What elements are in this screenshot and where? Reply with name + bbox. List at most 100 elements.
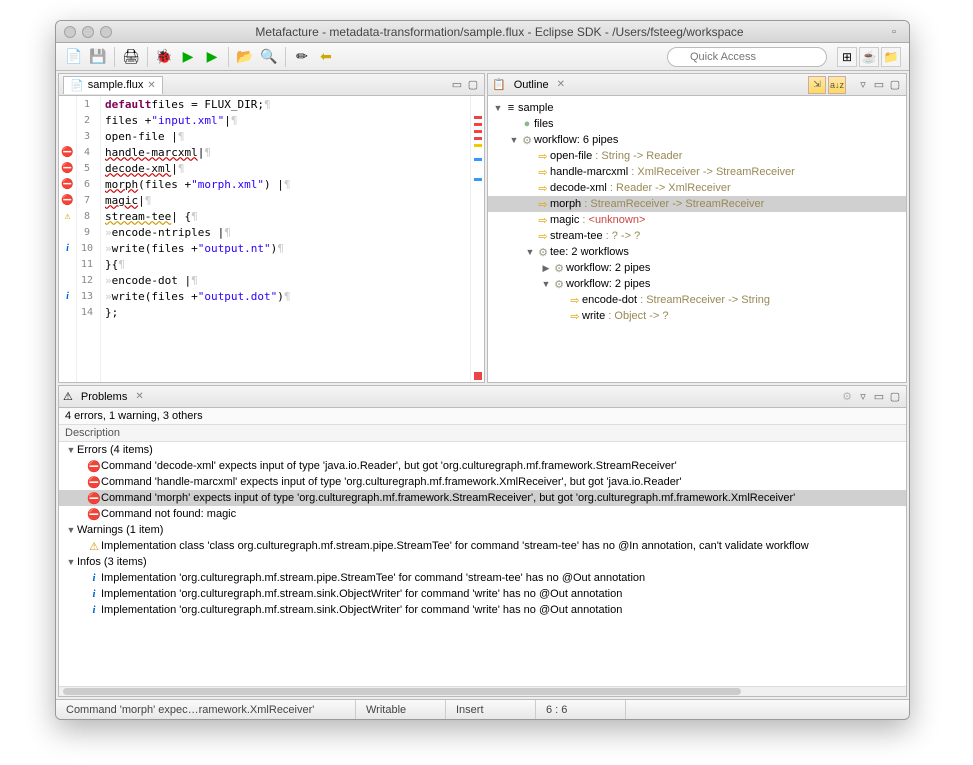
print-icon[interactable]: 🖨	[121, 47, 141, 67]
view-menu-icon[interactable]: ▿	[856, 390, 870, 404]
code-line[interactable]: open-file | ¶	[105, 128, 470, 144]
run-icon[interactable]: ▶	[178, 47, 198, 67]
new-icon[interactable]: 📄	[64, 47, 84, 67]
code-line[interactable]: default files = FLUX_DIR; ¶	[105, 96, 470, 112]
outline-item[interactable]: ▼⚙workflow: 6 pipes	[488, 132, 906, 148]
gutter-marker[interactable]: ⛔	[59, 160, 76, 176]
outline-item[interactable]: ⇨decode-xml : Reader -> XmlReceiver	[488, 180, 906, 196]
problem-item[interactable]: i Implementation 'org.culturegraph.mf.st…	[59, 602, 906, 618]
code-line[interactable]: » encode-ntriples | ¶	[105, 224, 470, 240]
scrollbar-thumb[interactable]	[63, 688, 741, 695]
overview-error-mark[interactable]	[474, 116, 482, 119]
expand-icon[interactable]: ▼	[65, 557, 77, 567]
maximize-icon[interactable]: ▢	[466, 78, 480, 92]
overview-error-mark[interactable]	[474, 130, 482, 133]
gutter-marker[interactable]: ⚠	[59, 208, 76, 224]
problem-item[interactable]: i Implementation 'org.culturegraph.mf.st…	[59, 586, 906, 602]
overview-error-mark[interactable]	[474, 137, 482, 140]
maximize-icon[interactable]: ▢	[888, 78, 902, 92]
code-line[interactable]: stream-tee | { ¶	[105, 208, 470, 224]
window-menu-icon[interactable]: ▫	[887, 25, 901, 39]
outline-item[interactable]: ●files	[488, 116, 906, 132]
code-line[interactable]: » write(files + "output.nt") ¶	[105, 240, 470, 256]
overview-info-mark[interactable]	[474, 178, 482, 181]
problems-tree[interactable]: ▼ Errors (4 items)⛔ Command 'decode-xml'…	[59, 442, 906, 686]
minimize-icon[interactable]: ▭	[450, 78, 464, 92]
view-menu-icon[interactable]: ▿	[856, 78, 870, 92]
outline-tree[interactable]: ▼≡sample●files▼⚙workflow: 6 pipes⇨open-f…	[488, 96, 906, 382]
problem-item[interactable]: ⛔ Command 'handle-marcxml' expects input…	[59, 474, 906, 490]
code-line[interactable]: morph(files + "morph.xml") | ¶	[105, 176, 470, 192]
editor-body[interactable]: ⛔⛔⛔⛔⚠ii 1234567891011121314 default file…	[59, 96, 484, 382]
outline-item[interactable]: ▼⚙tee: 2 workflows	[488, 244, 906, 260]
gutter-marker[interactable]: i	[59, 240, 76, 256]
expand-icon[interactable]: ▼	[65, 445, 77, 455]
outline-item[interactable]: ⇨morph : StreamReceiver -> StreamReceive…	[488, 196, 906, 212]
problem-item[interactable]: ⚠ Implementation class 'class org.cultur…	[59, 538, 906, 554]
open-perspective-icon[interactable]: ⊞	[837, 47, 857, 67]
expand-icon[interactable]: ▼	[540, 279, 552, 289]
problems-group[interactable]: ▼ Infos (3 items)	[59, 554, 906, 570]
zoom-window-icon[interactable]	[100, 26, 112, 38]
save-icon[interactable]: 💾	[88, 47, 108, 67]
code-line[interactable]: magic | ¶	[105, 192, 470, 208]
edit-icon[interactable]: ✏	[292, 47, 312, 67]
expand-icon[interactable]: ▼	[492, 103, 504, 113]
code-line[interactable]: };	[105, 304, 470, 320]
expand-icon[interactable]: ▶	[540, 263, 552, 274]
debug-icon[interactable]: 🐞	[154, 47, 174, 67]
open-type-icon[interactable]: 📂	[235, 47, 255, 67]
settings-icon[interactable]: ⚙	[840, 390, 854, 404]
collapse-all-icon[interactable]: ⇲	[808, 76, 826, 94]
code-line[interactable]: files + "input.xml" | ¶	[105, 112, 470, 128]
problem-item[interactable]: ⛔ Command 'decode-xml' expects input of …	[59, 458, 906, 474]
outline-item[interactable]: ▼⚙workflow: 2 pipes	[488, 276, 906, 292]
problem-item[interactable]: ⛔ Command not found: magic	[59, 506, 906, 522]
close-icon[interactable]: ✕	[557, 79, 565, 90]
maximize-icon[interactable]: ▢	[888, 390, 902, 404]
overview-warn-mark[interactable]	[474, 144, 482, 147]
problem-item[interactable]: i Implementation 'org.culturegraph.mf.st…	[59, 570, 906, 586]
editor-tab-sample-flux[interactable]: 📄 sample.flux ✕	[63, 76, 163, 94]
overview-ruler[interactable]	[470, 96, 484, 382]
code-line[interactable]: }{ ¶	[105, 256, 470, 272]
outline-item[interactable]: ▶⚙workflow: 2 pipes	[488, 260, 906, 276]
outline-item[interactable]: ⇨encode-dot : StreamReceiver -> String	[488, 292, 906, 308]
horizontal-scrollbar[interactable]	[59, 686, 906, 696]
outline-item[interactable]: ⇨stream-tee : ? -> ?	[488, 228, 906, 244]
sort-icon[interactable]: a↓z	[828, 76, 846, 94]
search-icon[interactable]: 🔍	[259, 47, 279, 67]
expand-icon[interactable]: ▼	[524, 247, 536, 257]
minimize-icon[interactable]: ▭	[872, 78, 886, 92]
outline-item[interactable]: ▼≡sample	[488, 100, 906, 116]
external-tools-icon[interactable]: ▶	[202, 47, 222, 67]
gutter-marker[interactable]: ⛔	[59, 144, 76, 160]
problem-item[interactable]: ⛔ Command 'morph' expects input of type …	[59, 490, 906, 506]
back-icon[interactable]: ⬅	[316, 47, 336, 67]
outline-item[interactable]: ⇨write : Object -> ?	[488, 308, 906, 324]
close-icon[interactable]: ✕	[147, 80, 155, 91]
resource-perspective-icon[interactable]: 📁	[881, 47, 901, 67]
overview-summary-error[interactable]	[474, 372, 482, 380]
expand-icon[interactable]: ▼	[508, 135, 520, 145]
close-icon[interactable]: ✕	[135, 391, 143, 402]
code-area[interactable]: default files = FLUX_DIR; ¶files + "inpu…	[101, 96, 470, 382]
gutter-marker[interactable]: ⛔	[59, 192, 76, 208]
problems-group[interactable]: ▼ Errors (4 items)	[59, 442, 906, 458]
problems-column-header[interactable]: Description	[59, 425, 906, 442]
problems-group[interactable]: ▼ Warnings (1 item)	[59, 522, 906, 538]
code-line[interactable]: » write(files + "output.dot") ¶	[105, 288, 470, 304]
gutter-marker[interactable]: i	[59, 288, 76, 304]
outline-item[interactable]: ⇨handle-marcxml : XmlReceiver -> StreamR…	[488, 164, 906, 180]
code-line[interactable]: » encode-dot | ¶	[105, 272, 470, 288]
expand-icon[interactable]: ▼	[65, 525, 77, 535]
outline-item[interactable]: ⇨magic : <unknown>	[488, 212, 906, 228]
minimize-icon[interactable]: ▭	[872, 390, 886, 404]
outline-item[interactable]: ⇨open-file : String -> Reader	[488, 148, 906, 164]
code-line[interactable]: decode-xml | ¶	[105, 160, 470, 176]
java-perspective-icon[interactable]: ☕	[859, 47, 879, 67]
close-window-icon[interactable]	[64, 26, 76, 38]
code-line[interactable]: handle-marcxml | ¶	[105, 144, 470, 160]
gutter-marker[interactable]: ⛔	[59, 176, 76, 192]
minimize-window-icon[interactable]	[82, 26, 94, 38]
